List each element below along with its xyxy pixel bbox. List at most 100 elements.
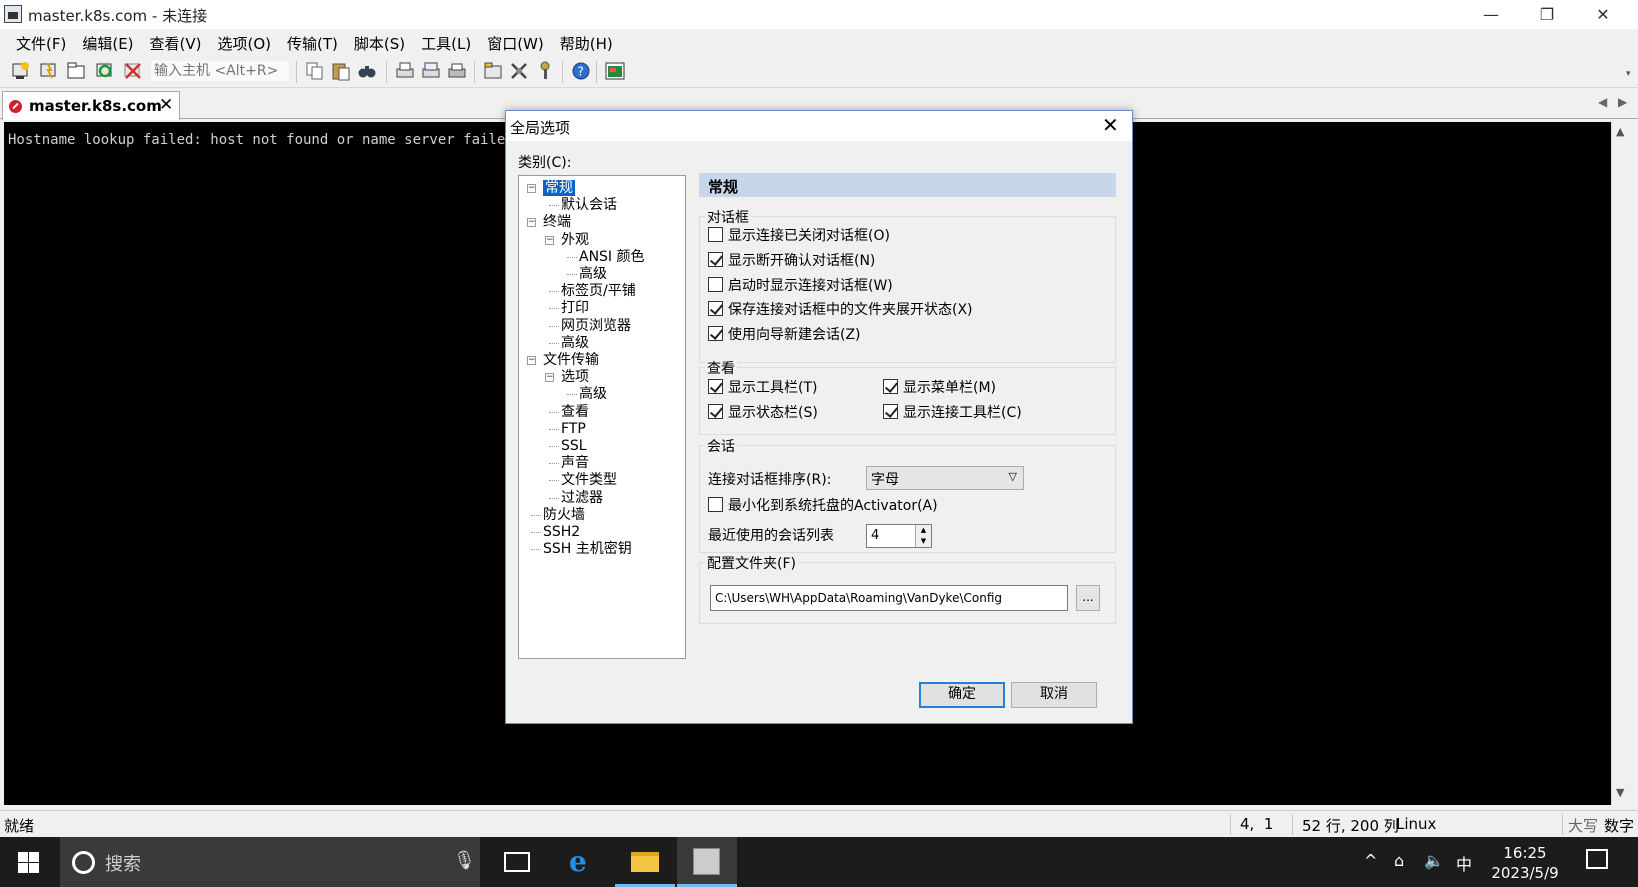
view-option-checkbox[interactable]	[708, 404, 723, 419]
reconnect-icon[interactable]	[94, 60, 116, 82]
tree-item[interactable]: 文件传输	[543, 351, 599, 369]
menu-file[interactable]: 文件(F)	[8, 29, 74, 55]
tray-overflow-icon[interactable]: ^	[1364, 851, 1377, 870]
tab-scroll-left-icon[interactable]: ◀	[1598, 95, 1607, 109]
close-window-button[interactable]: ✕	[1574, 0, 1632, 29]
tree-item[interactable]: 高级	[561, 334, 589, 352]
tree-item[interactable]: 查看	[561, 403, 589, 421]
scroll-up-icon[interactable]: ▲	[1616, 125, 1624, 138]
close-tab-icon[interactable]: ✕	[159, 95, 173, 115]
tree-expander-icon[interactable]: −	[527, 218, 536, 228]
tree-item[interactable]: 防火墙	[543, 506, 585, 524]
dialog-option-checkbox[interactable]	[708, 301, 723, 317]
tree-item[interactable]: FTP	[561, 420, 586, 438]
scroll-down-icon[interactable]: ▼	[1616, 786, 1624, 799]
tree-item[interactable]: 标签页/平铺	[561, 282, 636, 300]
securecrt-app-icon[interactable]	[4, 5, 22, 23]
dialog-close-button[interactable]: ✕	[1102, 113, 1119, 137]
copy-icon[interactable]	[304, 60, 326, 82]
windows-start-icon[interactable]	[18, 852, 39, 873]
category-tree[interactable]: 常规 − 默认会话 终端 − 外观 − ANSI 颜色 高级 标签页/平铺 打印 网页浏览器 高级 文件传…	[518, 175, 686, 659]
sort-order-select[interactable]: 字母 ▽	[866, 466, 1024, 490]
cortana-icon[interactable]	[72, 851, 95, 874]
sftp-icon[interactable]	[604, 60, 626, 82]
tree-item[interactable]: SSH 主机密钥	[543, 540, 632, 558]
tree-item[interactable]: 声音	[561, 454, 589, 472]
cancel-button[interactable]: 取消	[1011, 682, 1097, 708]
printer-icon[interactable]	[446, 60, 468, 82]
dialog-option-checkbox[interactable]	[708, 326, 723, 342]
tree-item[interactable]: ANSI 颜色	[579, 248, 645, 266]
connect-icon[interactable]	[10, 60, 32, 82]
terminal-scrollbar[interactable]: ▲ ▼	[1611, 122, 1631, 805]
browse-folder-button[interactable]: ...	[1076, 585, 1100, 611]
spinner-down-icon[interactable]: ▼	[915, 536, 931, 547]
print-icon[interactable]	[394, 60, 416, 82]
minimize-button[interactable]: —	[1462, 0, 1520, 29]
securecrt-taskbar-icon[interactable]	[677, 837, 737, 887]
tree-item[interactable]: 常规	[543, 179, 575, 197]
view-option-checkbox[interactable]	[883, 404, 898, 419]
session-tab[interactable]: master.k8s.com ✕	[2, 91, 180, 120]
menu-options[interactable]: 选项(O)	[210, 29, 280, 55]
tree-item[interactable]: 高级	[579, 265, 607, 283]
tree-item[interactable]: 选项	[561, 368, 589, 386]
paste-icon[interactable]	[330, 60, 352, 82]
view-option-checkbox[interactable]	[708, 379, 723, 394]
menu-tools[interactable]: 工具(L)	[413, 29, 479, 55]
tree-expander-icon[interactable]: −	[545, 373, 554, 383]
recent-sessions-spinner[interactable]: 4 ▲ ▼	[866, 524, 932, 548]
tree-item[interactable]: SSH2	[543, 523, 580, 541]
toolbar-overflow-icon[interactable]: ▾	[1626, 69, 1631, 79]
dialog-option-checkbox[interactable]	[708, 251, 723, 267]
menu-help[interactable]: 帮助(H)	[552, 29, 621, 55]
session-options-icon[interactable]	[482, 60, 504, 82]
find-icon[interactable]	[356, 60, 378, 82]
quick-connect-icon[interactable]	[38, 60, 60, 82]
tree-item[interactable]: 文件类型	[561, 471, 617, 489]
keymap-icon[interactable]	[534, 60, 556, 82]
tree-expander-icon[interactable]: −	[527, 184, 536, 193]
menu-edit[interactable]: 编辑(E)	[74, 29, 141, 55]
dialog-option-checkbox[interactable]	[708, 276, 723, 292]
network-icon[interactable]: ⌂	[1394, 851, 1404, 870]
tab-scroll-right-icon[interactable]: ▶	[1618, 95, 1627, 109]
microphone-icon[interactable]: 🎙	[453, 850, 476, 871]
dialog-option-checkbox[interactable]	[708, 227, 723, 242]
global-options-icon[interactable]	[508, 60, 530, 82]
tree-item[interactable]: 默认会话	[561, 196, 617, 214]
tree-item[interactable]: 终端	[543, 213, 571, 231]
menu-view[interactable]: 查看(V)	[142, 29, 210, 55]
host-input[interactable]	[150, 60, 290, 82]
tree-item[interactable]: 外观	[561, 231, 589, 249]
notification-center-icon[interactable]	[1586, 849, 1608, 869]
view-option-checkbox[interactable]	[883, 379, 898, 394]
tree-item[interactable]: SSL	[561, 437, 587, 455]
tree-item[interactable]: 打印	[561, 299, 589, 317]
print-selection-icon[interactable]	[420, 60, 442, 82]
minimize-activator-checkbox[interactable]	[708, 497, 723, 512]
restore-button[interactable]: ❐	[1518, 0, 1576, 29]
help-icon[interactable]: ?	[570, 60, 592, 82]
edge-browser-icon[interactable]: e	[553, 837, 613, 887]
taskbar-clock[interactable]: 16:25 2023/5/9	[1480, 843, 1570, 883]
connect-in-tab-icon[interactable]	[66, 60, 88, 82]
tree-item[interactable]: 过滤器	[561, 489, 603, 507]
config-folder-input[interactable]	[710, 585, 1068, 611]
tree-item[interactable]: 网页浏览器	[561, 317, 631, 335]
taskbar-search-box[interactable]: 搜索 🎙	[60, 837, 480, 887]
volume-muted-icon[interactable]: 🔈	[1424, 851, 1444, 870]
file-explorer-icon[interactable]	[615, 837, 675, 887]
ime-indicator[interactable]: 中	[1456, 851, 1472, 875]
menu-script[interactable]: 脚本(S)	[346, 29, 413, 55]
task-view-icon[interactable]	[504, 852, 530, 872]
ok-button[interactable]: 确定	[919, 682, 1005, 708]
spinner-up-icon[interactable]: ▲	[915, 525, 931, 536]
tree-expander-icon[interactable]: −	[527, 356, 536, 365]
menu-transfer[interactable]: 传输(T)	[279, 29, 346, 55]
tree-item[interactable]: 高级	[579, 385, 607, 403]
toolbar: ? ▾	[0, 55, 1638, 88]
tree-expander-icon[interactable]: −	[545, 235, 554, 245]
menu-window[interactable]: 窗口(W)	[479, 29, 552, 55]
disconnect-icon[interactable]	[122, 60, 144, 82]
